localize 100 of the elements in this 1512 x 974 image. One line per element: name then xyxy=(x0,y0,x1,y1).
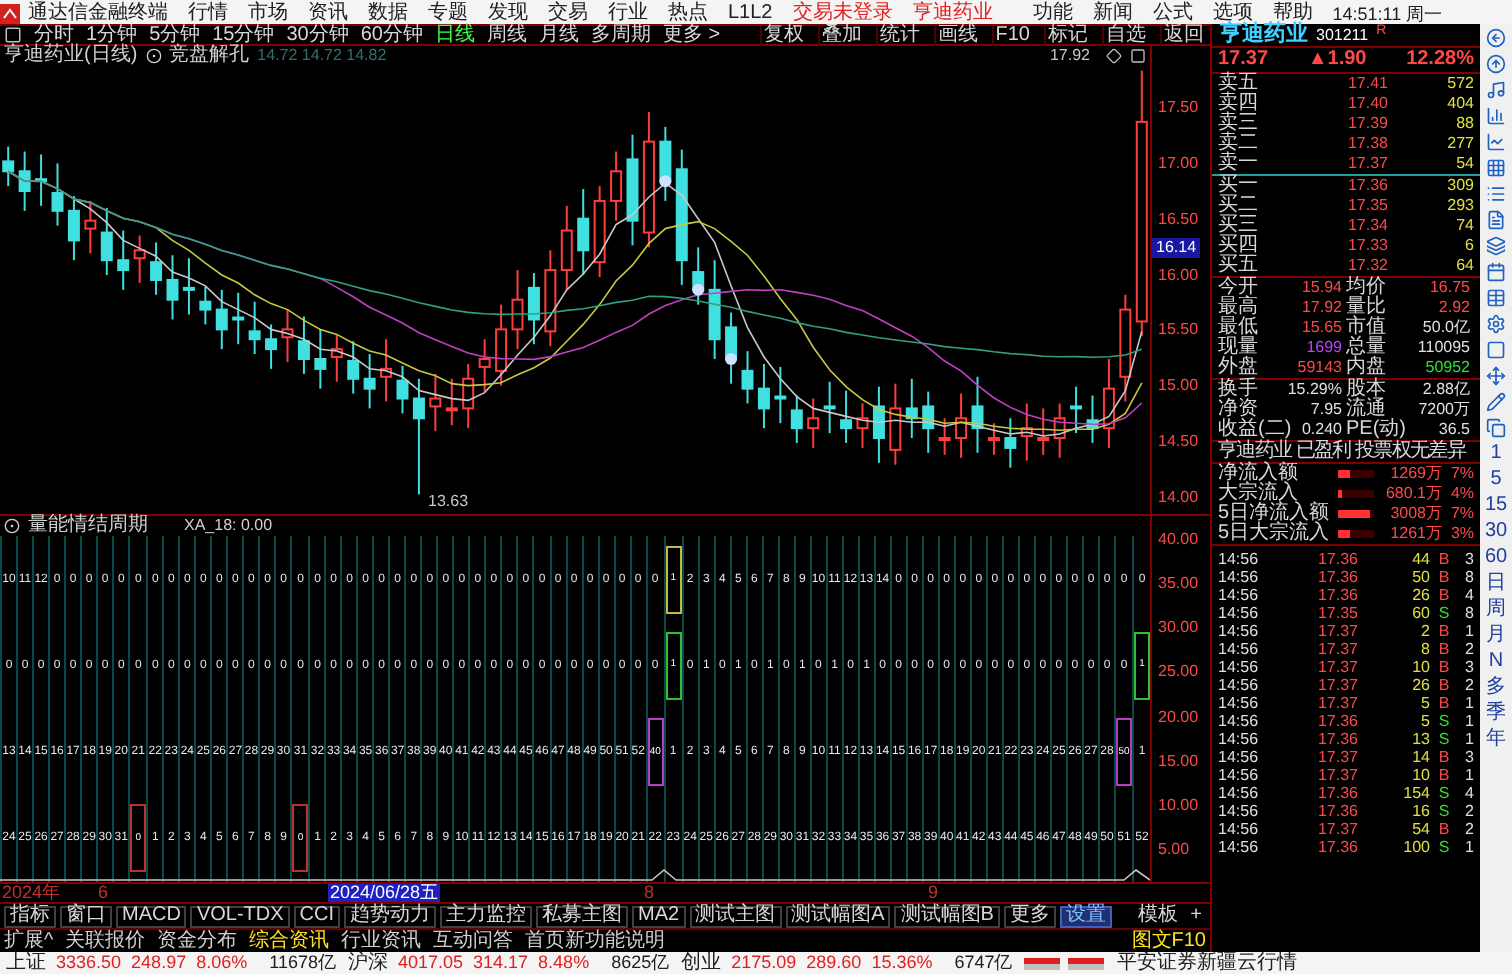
period-button[interactable]: 日 xyxy=(1486,574,1506,594)
list-icon[interactable] xyxy=(1486,184,1506,204)
period-tab[interactable]: 更多 > xyxy=(663,25,721,45)
stock-link[interactable]: 亨迪药业 xyxy=(912,1,993,25)
period-tab[interactable]: 周线 xyxy=(487,25,527,45)
period-button[interactable]: 15 xyxy=(1484,496,1508,516)
chart-tool-button[interactable]: F10 xyxy=(991,25,1032,45)
settings-icon[interactable] xyxy=(1486,314,1506,334)
info-tab[interactable]: 扩展^ xyxy=(4,931,54,952)
period-button[interactable]: 月 xyxy=(1486,626,1506,646)
indicator-tab[interactable]: 测试幅图A xyxy=(785,905,891,928)
square-icon[interactable] xyxy=(4,26,22,44)
indicator-tab[interactable]: 指标 xyxy=(4,905,56,928)
period-button[interactable]: 周 xyxy=(1486,600,1506,620)
trade-time: 14:56 xyxy=(1218,695,1261,711)
menu-item[interactable]: 行业 xyxy=(608,1,648,25)
menu-item[interactable]: 数据 xyxy=(368,1,408,25)
table-icon[interactable] xyxy=(1486,288,1506,308)
period-tab[interactable]: 1分钟 xyxy=(86,25,138,45)
trade-side: S xyxy=(1436,839,1452,855)
template-button[interactable]: + xyxy=(1186,906,1206,927)
chart-tool-button[interactable]: 标记 xyxy=(1044,25,1090,45)
info-tab[interactable]: 关联报价 xyxy=(65,931,146,952)
arrow-left-icon[interactable] xyxy=(1486,28,1506,48)
indicator-tab[interactable]: 私募主图 xyxy=(536,905,629,928)
period-tab[interactable]: 5分钟 xyxy=(149,25,201,45)
flow-percent: 7% xyxy=(1448,506,1474,522)
info-tab[interactable]: 行业资讯 xyxy=(341,931,422,952)
menu-item[interactable]: 发现 xyxy=(488,1,528,25)
trade-volume: 14 xyxy=(1410,749,1430,765)
indicator-tab[interactable]: 主力监控 xyxy=(440,905,533,928)
period-button[interactable]: 5 xyxy=(1490,470,1502,490)
info-tab[interactable]: 资金分布 xyxy=(157,931,238,952)
bar-chart-icon[interactable] xyxy=(1486,106,1506,126)
period-tab[interactable]: 分时 xyxy=(34,25,74,45)
grid-icon[interactable] xyxy=(1486,158,1506,178)
info-tab[interactable]: 互动问答 xyxy=(433,931,514,952)
menu-item[interactable]: 专题 xyxy=(428,1,468,25)
period-button[interactable]: 多 xyxy=(1486,678,1506,698)
indicator-tab[interactable]: VOL-TDX xyxy=(190,905,290,928)
menu-item[interactable]: L1L2 xyxy=(728,1,773,25)
line-chart-icon[interactable] xyxy=(1486,132,1506,152)
indicator-tab[interactable]: 测试主图 xyxy=(689,905,782,928)
menu-item[interactable]: 交易 xyxy=(548,1,588,25)
indicator-tab[interactable]: 窗口 xyxy=(60,905,112,928)
indicator-tab[interactable]: 更多 xyxy=(1003,905,1056,928)
period-button[interactable]: 60 xyxy=(1484,548,1508,568)
menu-item[interactable]: 新闻 xyxy=(1092,1,1133,25)
chart-tool-button[interactable]: 叠加 xyxy=(817,25,864,45)
indicator-tab[interactable]: 设置 xyxy=(1059,905,1112,928)
order-price: 17.34 xyxy=(1345,218,1388,234)
square-icon[interactable] xyxy=(1486,340,1506,360)
indicator-tab[interactable]: 测试幅图B xyxy=(894,905,1000,928)
stat-value: 15.94 xyxy=(1301,280,1342,296)
period-tab[interactable]: 月线 xyxy=(539,25,579,45)
menu-item[interactable]: 公式 xyxy=(1152,1,1193,25)
chart-tool-button[interactable]: 自选 xyxy=(1102,25,1148,45)
menu-item[interactable]: 行情 xyxy=(188,1,228,25)
template-button[interactable]: 模板 xyxy=(1134,906,1183,927)
period-tab[interactable]: 日线 xyxy=(435,25,475,45)
menu-item[interactable]: 市场 xyxy=(248,1,288,25)
period-tab[interactable]: 30分钟 xyxy=(286,25,349,45)
info-tab[interactable]: 首页新功能说明 xyxy=(525,931,666,952)
note-icon[interactable] xyxy=(1486,80,1506,100)
arrow-up-icon[interactable] xyxy=(1486,54,1506,74)
diamond-icon[interactable] xyxy=(1106,48,1122,64)
order-level-label: 卖五 xyxy=(1218,74,1260,94)
indicator-tab[interactable]: MACD xyxy=(116,905,187,928)
trade-status-link[interactable]: 交易未登录 xyxy=(792,1,893,25)
pencil-icon[interactable] xyxy=(1486,392,1506,412)
period-tab[interactable]: 15分钟 xyxy=(212,25,275,45)
info-tab[interactable]: 综合资讯 xyxy=(249,931,330,952)
menu-item[interactable]: 功能 xyxy=(1032,1,1073,25)
period-tab[interactable]: 多周期 xyxy=(591,25,651,45)
period-button[interactable]: 季 xyxy=(1486,704,1506,724)
menu-item[interactable]: 资讯 xyxy=(308,1,348,25)
trade-time: 14:56 xyxy=(1218,569,1261,585)
chart-tool-button[interactable]: 返回 xyxy=(1160,25,1206,45)
square-icon[interactable] xyxy=(1130,48,1146,64)
indicator-tab[interactable]: CCI xyxy=(293,905,341,928)
circle-icon[interactable] xyxy=(145,48,162,64)
chart-tool-button[interactable]: 统计 xyxy=(875,25,922,45)
index-change: 289.60 xyxy=(806,954,862,972)
period-tab[interactable]: 60分钟 xyxy=(360,25,423,45)
move-icon[interactable] xyxy=(1486,366,1506,386)
circle-icon[interactable] xyxy=(4,518,20,534)
period-button[interactable]: 年 xyxy=(1486,730,1506,750)
f10-link[interactable]: 图文F10 xyxy=(1131,931,1206,952)
period-button[interactable]: N xyxy=(1488,652,1504,672)
copy-icon[interactable] xyxy=(1486,418,1506,438)
chart-tool-button[interactable]: 复权 xyxy=(759,25,806,45)
period-button[interactable]: 1 xyxy=(1490,444,1502,464)
chart-tool-button[interactable]: 画线 xyxy=(933,25,980,45)
document-icon[interactable] xyxy=(1486,210,1506,230)
menu-item[interactable]: 热点 xyxy=(668,1,708,25)
indicator-tab[interactable]: 趋势动力 xyxy=(344,905,437,928)
layers-icon[interactable] xyxy=(1486,236,1506,256)
indicator-tab[interactable]: MA2 xyxy=(632,905,686,928)
calendar-icon[interactable] xyxy=(1486,262,1506,282)
period-button[interactable]: 30 xyxy=(1484,522,1508,542)
